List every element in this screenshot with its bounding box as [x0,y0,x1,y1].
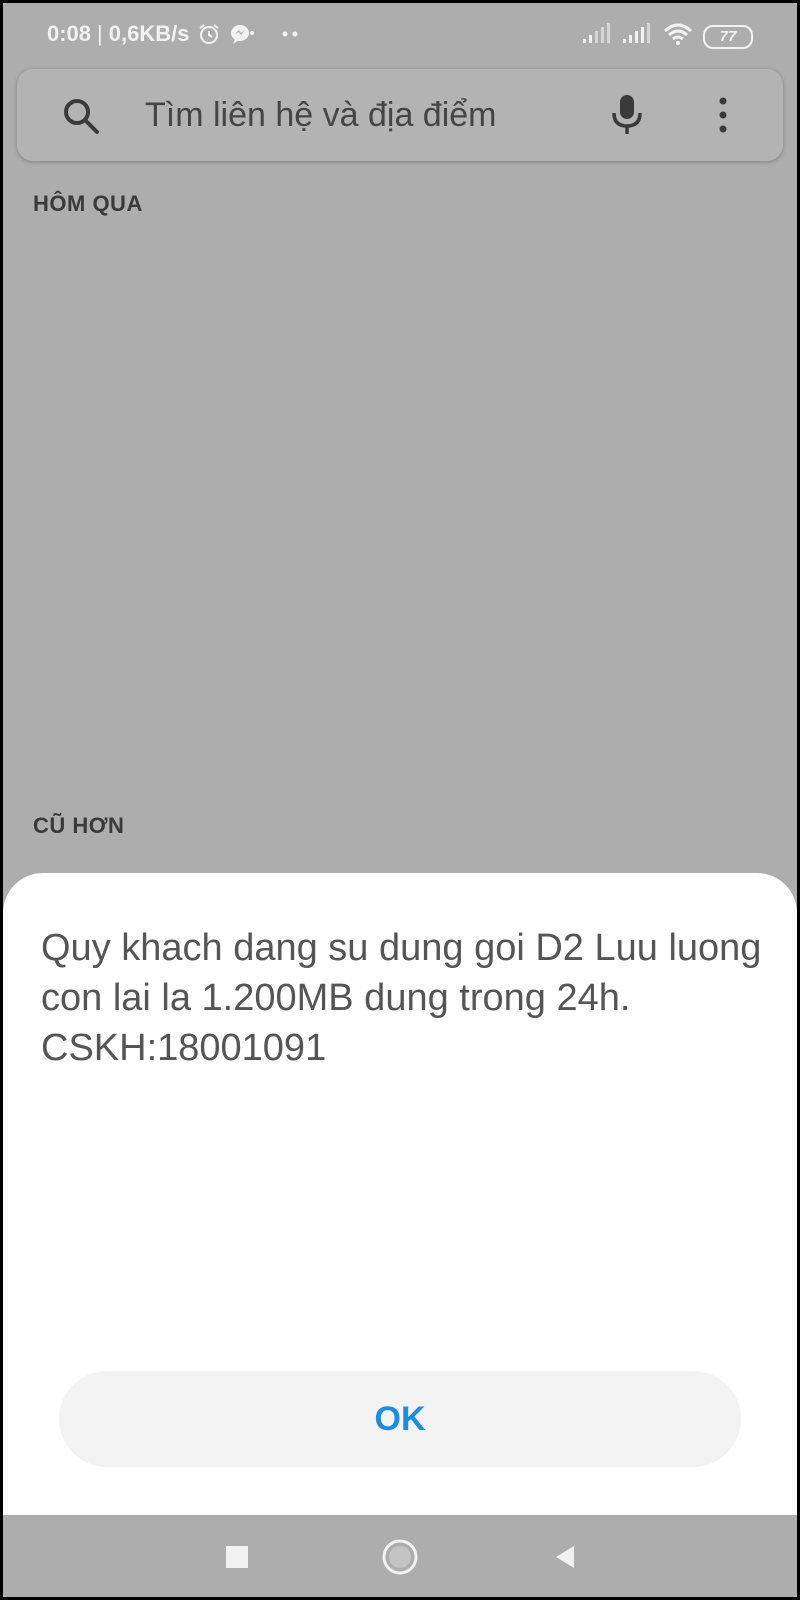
network-speed: 0,6KB/s [108,21,190,46]
section-header-yesterday: HÔM QUA [33,191,143,216]
ok-button[interactable]: OK [59,1371,741,1467]
search-icon[interactable] [61,96,101,141]
more-notifications-icon [281,30,301,38]
status-bar: 0:08 | 0,6KB/s 77 [3,3,797,69]
mic-icon[interactable] [609,93,645,142]
messenger-icon [229,22,255,46]
dialog-message: Quy khach dang su dung goi D2 Luu luong … [41,927,762,1069]
search-input[interactable] [145,93,595,137]
alarm-icon [197,22,221,46]
more-vert-icon[interactable] [717,95,729,140]
battery-level: 77 [719,28,737,45]
status-time: 0:08 [47,21,92,46]
status-separator: | [97,21,103,46]
message-dialog: Quy khach dang su dung goi D2 Luu luong … [3,873,797,1515]
signal-icon [623,23,653,50]
back-icon[interactable] [543,1535,587,1579]
navigation-bar [3,1515,797,1597]
wifi-icon [663,23,693,50]
recents-icon[interactable] [215,1535,259,1579]
home-icon[interactable] [378,1535,422,1579]
status-right: 77 [583,23,753,50]
phone-screen: 0:08 | 0,6KB/s 77 Tìm liên hệ và địa điể… [3,3,797,1597]
status-left: 0:08 | 0,6KB/s [47,21,301,47]
signal-icon [583,23,613,50]
search-bar[interactable] [17,69,783,161]
section-header-older: CŨ HƠN [33,813,125,838]
battery-icon: 77 [703,24,753,49]
